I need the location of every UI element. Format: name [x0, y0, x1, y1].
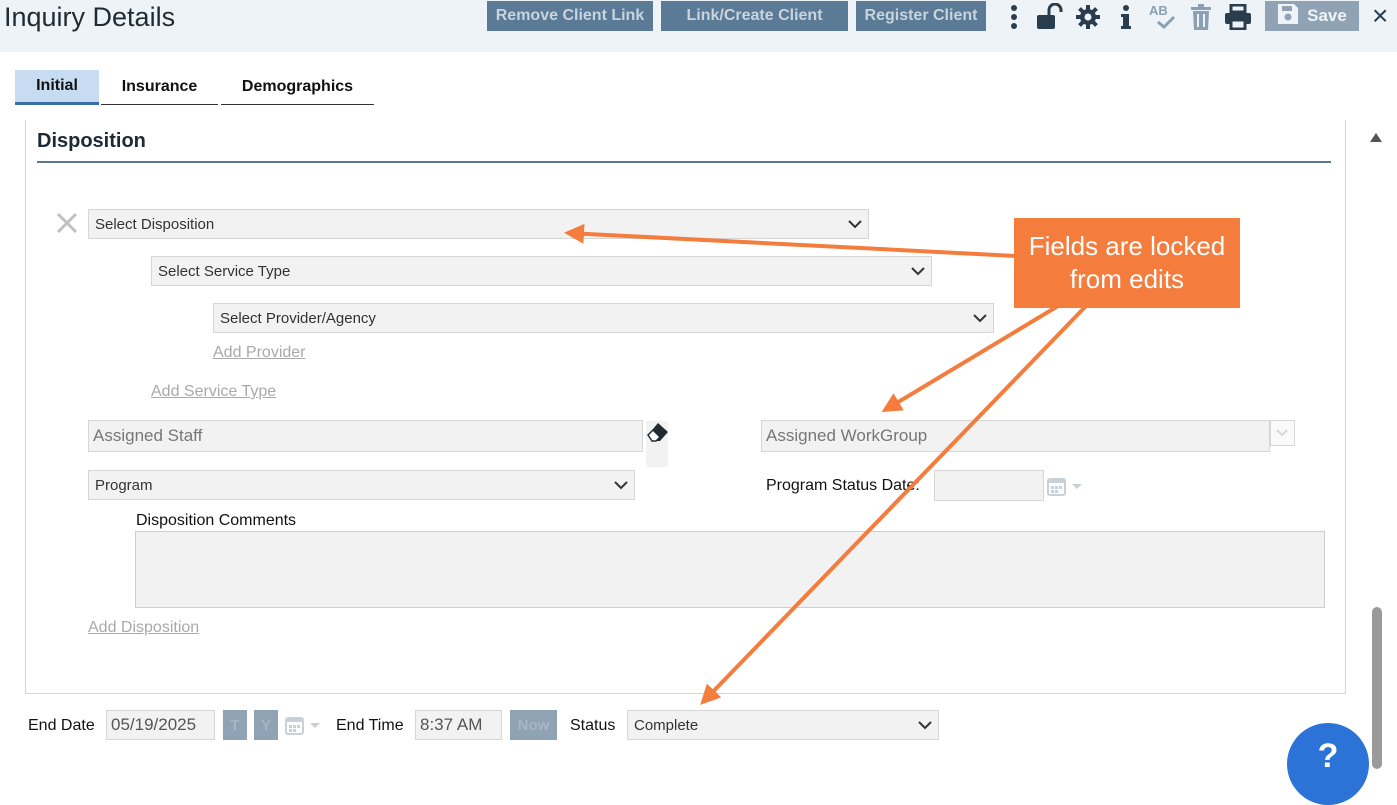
callout-line-1: Fields are locked: [1028, 231, 1226, 261]
callout-arrows: [564, 223, 1088, 705]
callout-line-2: from edits: [1069, 264, 1185, 294]
callout-box: Fields are locked from edits: [1014, 218, 1240, 308]
help-icon: ?: [1317, 737, 1339, 775]
help-button[interactable]: ?: [1287, 723, 1369, 805]
